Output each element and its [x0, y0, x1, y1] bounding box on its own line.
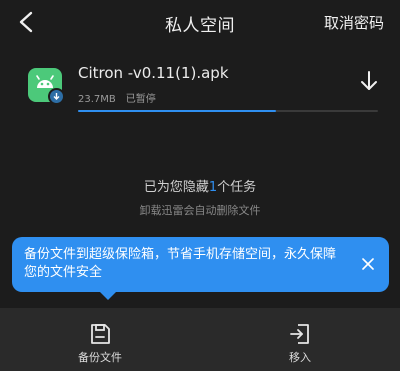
file-size: 23.7MB	[78, 94, 116, 105]
progress-bar	[78, 110, 378, 112]
move-in-icon	[290, 324, 309, 344]
backup-tip-banner[interactable]: 备份文件到超级保险箱，节省手机存储空间，永久保障您的文件安全	[12, 237, 389, 300]
resume-download-button[interactable]	[356, 68, 382, 94]
hidden-tasks-notice: 已为您隐藏1个任务	[0, 176, 400, 195]
back-arrow-icon	[19, 11, 33, 33]
file-meta: 23.7MB 已暂停	[78, 90, 156, 105]
backup-files-label: 备份文件	[78, 351, 122, 364]
hidden-prefix: 已为您隐藏	[143, 180, 209, 195]
hidden-suffix: 个任务	[217, 180, 257, 195]
page-title: 私人空间	[165, 15, 235, 36]
header: 私人空间 取消密码	[0, 0, 400, 46]
move-in-label: 移入	[289, 351, 311, 364]
back-button[interactable]	[14, 9, 40, 35]
bottom-action-bar: 备份文件 移入	[0, 308, 400, 371]
cancel-password-button[interactable]: 取消密码	[324, 12, 384, 33]
hidden-count: 1	[208, 180, 218, 195]
hidden-subtitle: 卸载迅雷会自动删除文件	[139, 204, 261, 217]
download-item[interactable]: Citron -v0.11(1).apk 23.7MB 已暂停	[0, 56, 400, 118]
tip-text: 备份文件到超级保险箱，节省手机存储空间，永久保障您的文件安全	[24, 247, 337, 280]
move-in-button[interactable]: 移入	[200, 308, 400, 371]
backup-files-button[interactable]: 备份文件	[0, 308, 200, 371]
android-app-icon	[28, 68, 65, 105]
close-icon	[362, 258, 374, 270]
private-space-screen: 私人空间 取消密码 Citron -v0.11(1).apk 23.7MB 已暂停	[0, 0, 400, 371]
progress-fill	[78, 110, 276, 112]
tip-close-button[interactable]	[359, 255, 377, 273]
tip-pointer	[100, 292, 116, 300]
download-arrow-icon	[361, 71, 377, 90]
save-disk-icon	[91, 324, 110, 344]
download-status: 已暂停	[125, 94, 156, 105]
download-badge-icon	[48, 88, 65, 105]
file-name: Citron -v0.11(1).apk	[78, 64, 229, 82]
